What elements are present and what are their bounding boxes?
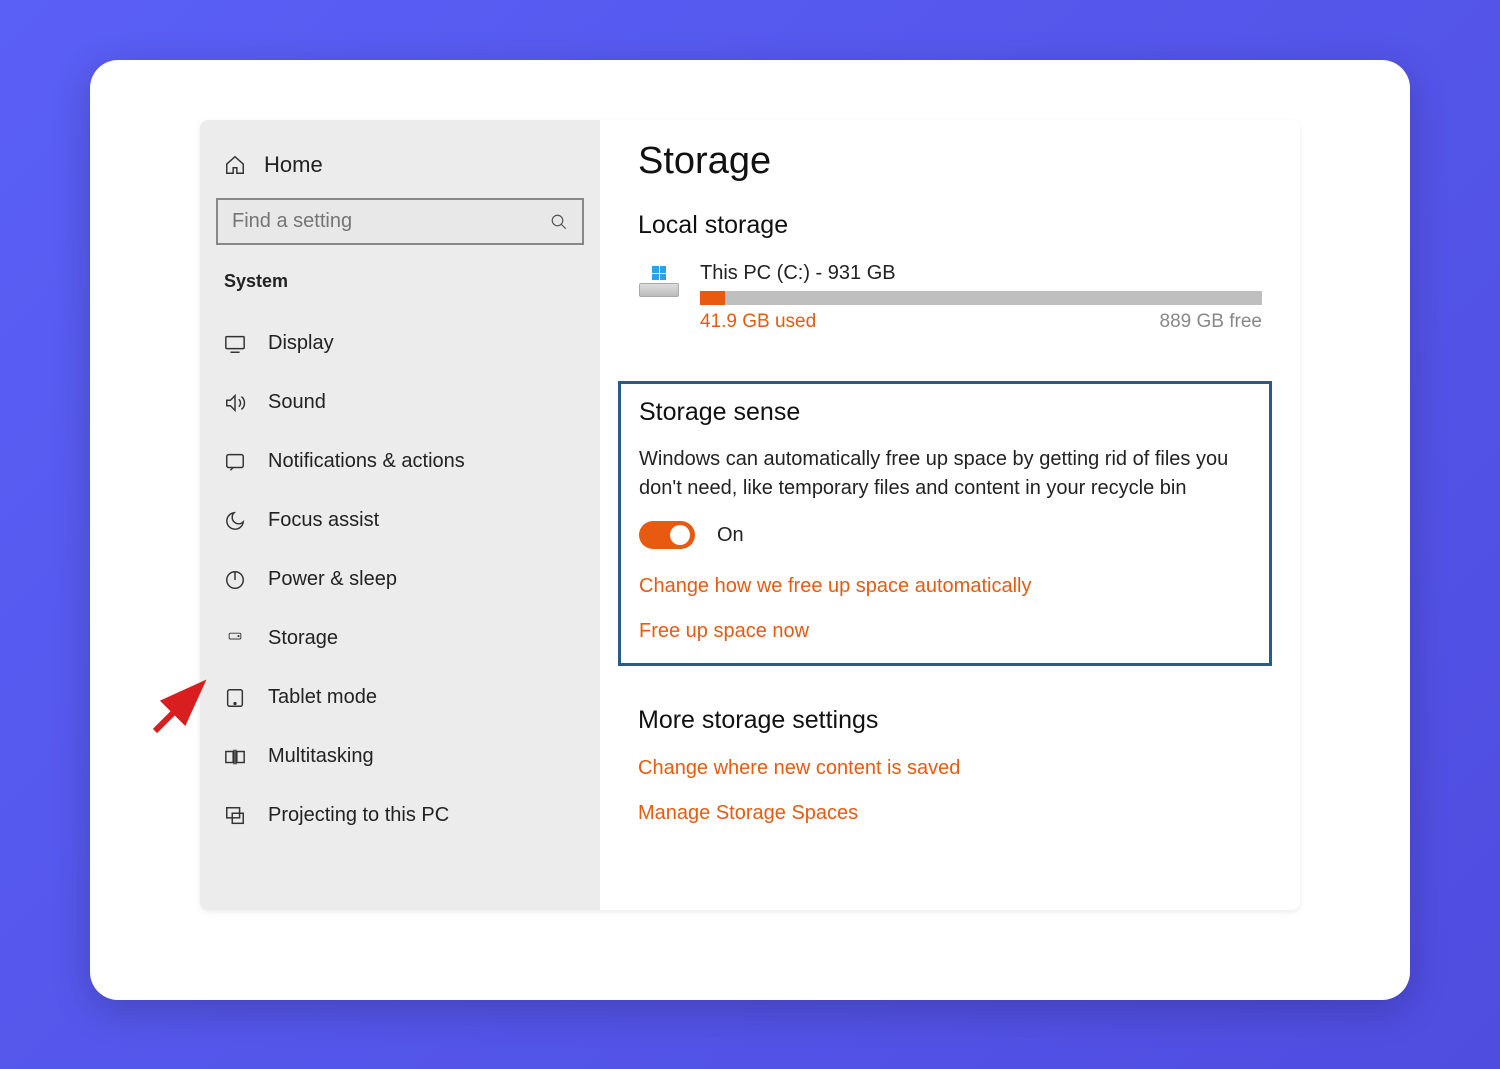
search-icon bbox=[550, 213, 568, 231]
link-manage-storage-spaces[interactable]: Manage Storage Spaces bbox=[638, 802, 1262, 825]
toggle-knob bbox=[670, 525, 690, 545]
sidebar-item-label: Sound bbox=[268, 391, 326, 414]
search-input[interactable] bbox=[232, 210, 550, 233]
link-change-auto-free[interactable]: Change how we free up space automaticall… bbox=[639, 575, 1251, 598]
sidebar-item-sound[interactable]: Sound bbox=[200, 373, 600, 432]
storage-sense-description: Windows can automatically free up space … bbox=[639, 445, 1251, 503]
sidebar-item-tablet-mode[interactable]: Tablet mode bbox=[200, 668, 600, 727]
drive-info: This PC (C:) - 931 GB 41.9 GB used 889 G… bbox=[700, 262, 1262, 333]
focus-assist-icon bbox=[224, 510, 246, 532]
drive-stats: 41.9 GB used 889 GB free bbox=[700, 311, 1262, 333]
sidebar-item-label: Storage bbox=[268, 627, 338, 650]
sidebar-item-power-sleep[interactable]: Power & sleep bbox=[200, 550, 600, 609]
storage-sense-title: Storage sense bbox=[639, 398, 1251, 427]
drive-usage-bar bbox=[700, 291, 1262, 305]
sidebar-item-label: Projecting to this PC bbox=[268, 804, 449, 827]
sidebar-home[interactable]: Home bbox=[200, 144, 600, 198]
page-title: Storage bbox=[638, 140, 1262, 183]
more-storage-title: More storage settings bbox=[638, 706, 1262, 735]
link-free-up-now[interactable]: Free up space now bbox=[639, 620, 1251, 643]
sidebar-item-notifications[interactable]: Notifications & actions bbox=[200, 432, 600, 491]
drive-free-label: 889 GB free bbox=[1160, 311, 1262, 333]
sidebar-item-label: Display bbox=[268, 332, 334, 355]
sidebar-item-projecting[interactable]: Projecting to this PC bbox=[200, 786, 600, 845]
storage-icon bbox=[224, 628, 246, 650]
sidebar-item-label: Power & sleep bbox=[268, 568, 397, 591]
home-label: Home bbox=[264, 152, 323, 178]
drive-used-label: 41.9 GB used bbox=[700, 311, 816, 333]
sidebar-item-label: Notifications & actions bbox=[268, 450, 465, 473]
power-icon bbox=[224, 569, 246, 591]
drive-icon bbox=[638, 266, 680, 304]
more-storage-settings: More storage settings Change where new c… bbox=[638, 706, 1262, 825]
link-change-where-saved[interactable]: Change where new content is saved bbox=[638, 757, 1262, 780]
settings-window: Home System Display Sound bbox=[200, 120, 1300, 910]
sidebar-item-label: Tablet mode bbox=[268, 686, 377, 709]
sidebar-item-label: Multitasking bbox=[268, 745, 374, 768]
storage-sense-toggle[interactable] bbox=[639, 521, 695, 549]
home-icon bbox=[224, 154, 246, 176]
drive-usage-fill bbox=[700, 291, 725, 305]
search-box[interactable] bbox=[216, 198, 584, 245]
tablet-mode-icon bbox=[224, 687, 246, 709]
storage-sense-box: Storage sense Windows can automatically … bbox=[618, 381, 1272, 666]
notifications-icon bbox=[224, 451, 246, 473]
sidebar-item-label: Focus assist bbox=[268, 509, 379, 532]
outer-card: Home System Display Sound bbox=[90, 60, 1410, 1000]
sidebar: Home System Display Sound bbox=[200, 120, 600, 910]
sidebar-item-storage[interactable]: Storage bbox=[200, 609, 600, 668]
sound-icon bbox=[224, 392, 246, 414]
drive-row[interactable]: This PC (C:) - 931 GB 41.9 GB used 889 G… bbox=[638, 262, 1262, 333]
projecting-icon bbox=[224, 805, 246, 827]
sidebar-item-display[interactable]: Display bbox=[200, 314, 600, 373]
main-content: Storage Local storage This PC (C:) - 931… bbox=[600, 120, 1300, 910]
sidebar-category: System bbox=[200, 263, 600, 314]
multitasking-icon bbox=[224, 746, 246, 768]
storage-sense-toggle-row: On bbox=[639, 521, 1251, 549]
storage-sense-toggle-label: On bbox=[717, 524, 744, 547]
sidebar-item-focus-assist[interactable]: Focus assist bbox=[200, 491, 600, 550]
sidebar-item-multitasking[interactable]: Multitasking bbox=[200, 727, 600, 786]
display-icon bbox=[224, 333, 246, 355]
local-storage-title: Local storage bbox=[638, 211, 1262, 240]
drive-name: This PC (C:) - 931 GB bbox=[700, 262, 1262, 285]
